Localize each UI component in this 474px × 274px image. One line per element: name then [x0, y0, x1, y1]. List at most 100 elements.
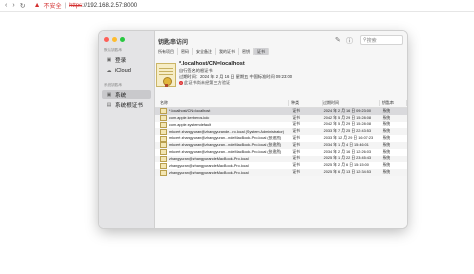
table-row[interactable]: zhangyuran@zhangyurandeMacBook-Pro.local…: [155, 155, 407, 163]
column-header-kind[interactable]: 种类: [289, 100, 324, 106]
cell-name-text: zhangyuran@zhangyurandeMacBook-Pro.local: [169, 170, 249, 175]
certificate-icon: [160, 115, 167, 122]
lock-icon: ▣: [106, 56, 112, 63]
reload-icon[interactable]: ↻: [20, 2, 26, 10]
cell-name-text: mkcert zhangyuran@zhangyurande...ro.loca…: [169, 129, 285, 134]
column-header-name[interactable]: 名称: [155, 100, 290, 106]
tab-keys[interactable]: 密钥: [239, 48, 254, 55]
sidebar-section-title: 系统钥匙串: [104, 83, 122, 87]
cell-expires: 2025 年 2 月 6 日 15:15:00: [323, 163, 369, 168]
cell-expires: 2034 年 2 月 16 日 12:26:03: [323, 149, 371, 154]
cell-keychain: 系统: [382, 129, 391, 134]
cell-kind: 证书: [292, 115, 300, 120]
certificate-icon: [160, 155, 167, 162]
cell-keychain: 系统: [382, 170, 391, 175]
table-row[interactable]: mkcert zhangyuran@zhangyuran...ndeMacBoo…: [155, 148, 407, 156]
tab-my-certificates[interactable]: 我的证书: [216, 48, 239, 55]
table-row[interactable]: zhangyuran@zhangyurandeMacBook-Pro.local…: [155, 162, 407, 170]
certificate-icon: [160, 142, 167, 149]
cell-kind: 证书: [292, 108, 300, 113]
tab-secure-notes[interactable]: 安全备注: [193, 48, 216, 55]
cell-keychain: 系统: [382, 122, 391, 127]
tab-all-items[interactable]: 所有项目: [155, 48, 178, 55]
chevron-left-icon[interactable]: ‹: [5, 2, 7, 9]
table-row[interactable]: *.localhost/CN=localhost 证书 2024 年 2 月 16 …: [155, 108, 407, 115]
table-row[interactable]: com.apple.systemdefault 证书 2042 年 5 月 29 日…: [155, 121, 407, 129]
cell-expires: 2024 年 2 月 16 日 09:23:00: [323, 108, 371, 113]
table-row[interactable]: zhangyuran@zhangyurandeMacBook-Pro.local…: [155, 169, 407, 176]
cell-name-text: com.apple.kerberos.kdc: [169, 116, 210, 121]
cell-name: zhangyuran@zhangyurandeMacBook-Pro.local: [155, 155, 290, 162]
cell-name: mkcert zhangyuran@zhangyuran...ndeMacBoo…: [155, 142, 290, 149]
cell-kind: 证书: [292, 136, 300, 141]
url-host[interactable]: ://192.168.2.57:8000: [82, 3, 137, 9]
cell-name-text: zhangyuran@zhangyurandeMacBook-Pro.local: [169, 163, 249, 168]
cell-kind: 证书: [292, 163, 300, 168]
cell-keychain: 系统: [382, 136, 391, 141]
window-controls: [104, 37, 125, 42]
browser-address-bar[interactable]: ‹ › ↻ ▲ 不安全 | https://192.168.2.57:8000: [0, 0, 474, 12]
sidebar-item-login[interactable]: ▣ 登录: [102, 55, 151, 64]
cell-expires: 2033 年 12 月 29 日 16:07:23: [323, 136, 374, 141]
cloud-icon: ☁: [106, 67, 112, 74]
search-placeholder: 搜索: [366, 37, 377, 44]
cell-name-text: mkcert zhangyuran@zhangyuran...ndeMacBoo…: [169, 149, 282, 154]
cell-expires: 2025 年 1 月 22 日 23:45:43: [323, 156, 371, 161]
sidebar-item-icloud[interactable]: ☁ iCloud: [102, 66, 151, 75]
keychain-access-window: 默认钥匙串 ▣ 登录 ☁ iCloud 系统钥匙串 ▣ 系统 ▤ 系统根证书 钥…: [99, 31, 407, 228]
cell-name-text: zhangyuran@zhangyurandeMacBook-Pro.local: [169, 156, 249, 161]
insecure-label: 不安全: [43, 4, 62, 10]
cell-expires: 2042 年 5 月 29 日 15:28:08: [323, 122, 371, 127]
close-button[interactable]: [104, 37, 109, 42]
certificate-icon: [160, 128, 167, 135]
cell-kind: 证书: [292, 129, 300, 134]
certificate-icon: [160, 169, 167, 176]
certificates-table: 名称 种类 过期时间 钥匙串 *.localhost/CN=localhost 证…: [155, 99, 407, 176]
cell-name-text: mkcert zhangyuran@zhangyuran...ndeMacBoo…: [169, 142, 282, 147]
minimize-button[interactable]: [112, 37, 117, 42]
cell-expires: 2033 年 7 月 25 日 22:43:53: [323, 129, 371, 134]
column-header-expires[interactable]: 过期时间: [323, 100, 380, 106]
sidebar-item-label: iCloud: [115, 67, 131, 74]
sidebar-item-system-roots[interactable]: ▤ 系统根证书: [102, 100, 151, 109]
table-row[interactable]: mkcert zhangyuran@zhangyurande...ro.loca…: [155, 128, 407, 136]
table-body: *.localhost/CN=localhost 证书 2024 年 2 月 16 …: [155, 108, 407, 176]
zoom-button[interactable]: [120, 37, 125, 42]
table-row[interactable]: mkcert zhangyuran@zhangyuran...ndeMacBoo…: [155, 135, 407, 142]
chevron-right-icon[interactable]: ›: [12, 2, 14, 9]
table-header: 名称 种类 过期时间 钥匙串: [155, 99, 407, 108]
cell-name: mkcert zhangyuran@zhangyurande...ro.loca…: [155, 128, 290, 135]
tab-certificates[interactable]: 证书: [254, 48, 269, 55]
info-icon[interactable]: ⓘ: [346, 36, 353, 46]
cell-name: com.apple.kerberos.kdc: [155, 115, 290, 122]
certificate-icon: [160, 149, 167, 156]
cell-kind: 证书: [292, 170, 300, 175]
cell-keychain: 系统: [382, 142, 391, 147]
certificate-icon: [156, 63, 176, 87]
cell-name: zhangyuran@zhangyurandeMacBook-Pro.local: [155, 169, 290, 176]
edit-icon[interactable]: ✎: [335, 36, 341, 44]
cell-name: com.apple.systemdefault: [155, 121, 290, 128]
sidebar-item-system[interactable]: ▣ 系统: [102, 90, 151, 99]
cell-kind: 证书: [292, 156, 300, 161]
cell-name-text: com.apple.systemdefault: [169, 122, 211, 127]
table-row[interactable]: com.apple.kerberos.kdc 证书 2042 年 5 月 29 日 …: [155, 114, 407, 122]
url-scheme[interactable]: https: [69, 3, 82, 9]
cell-keychain: 系统: [382, 108, 391, 113]
column-header-keychain[interactable]: 钥匙串: [380, 100, 407, 106]
cell-keychain: 系统: [382, 163, 391, 168]
cell-name-text: mkcert zhangyuran@zhangyuran...ndeMacBoo…: [169, 136, 282, 141]
sidebar-item-label: 系统根证书: [115, 102, 143, 109]
cell-keychain: 系统: [382, 156, 391, 161]
certificate-trust-text: 此证书尚未经第三方验证: [184, 80, 231, 85]
table-row[interactable]: mkcert zhangyuran@zhangyuran...ndeMacBoo…: [155, 141, 407, 149]
cell-expires: 2034 年 1 月 4 日 15:46:01: [323, 142, 369, 147]
window-title: 钥匙串访问: [158, 40, 189, 46]
cell-expires: 2025 年 6 月 13 日 12:34:53: [323, 170, 371, 175]
toolbar: 钥匙串访问 ✎ ⓘ ⚲ 搜索 所有项目 密码 安全备注 我的证书 密钥 证书: [155, 31, 407, 61]
tab-passwords[interactable]: 密码: [178, 48, 193, 55]
sidebar-item-label: 系统: [115, 92, 127, 99]
search-input[interactable]: ⚲ 搜索: [360, 35, 403, 45]
url-separator: |: [64, 2, 67, 9]
certificate-icon: [160, 135, 167, 142]
